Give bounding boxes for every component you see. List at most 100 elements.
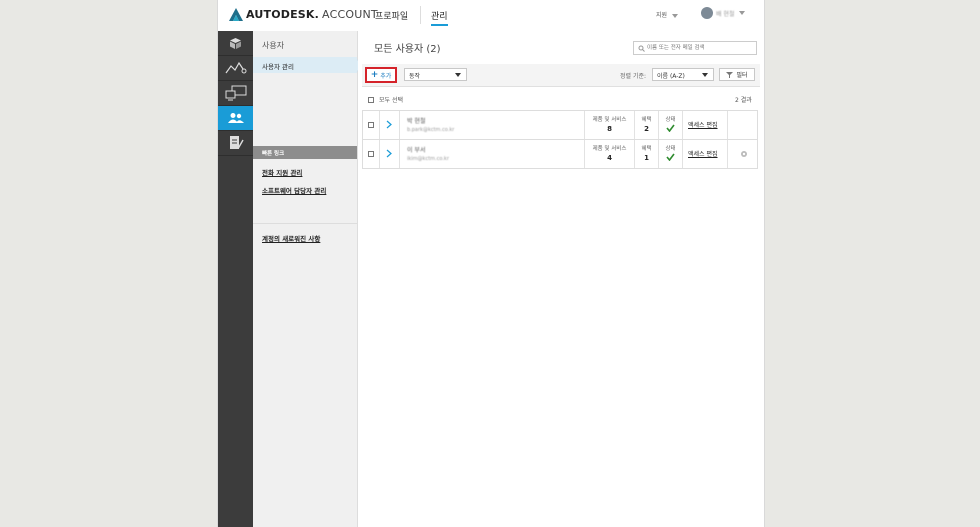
brand-name: AUTODESK. [246,8,320,21]
products-label: 제품 및 서비스 [592,117,627,123]
checkmark-icon [666,153,675,161]
products-label: 제품 및 서비스 [592,146,627,152]
link-software-coordinator[interactable]: 소프트웨어 담당자 관리 [262,185,326,195]
user-name: 박 현철 [407,118,426,125]
avatar [701,7,713,19]
status-cell: 상태 [659,111,683,139]
settings-cell [728,111,759,139]
row-checkbox[interactable] [368,151,374,157]
row-checkbox[interactable] [368,122,374,128]
select-all-checkbox[interactable] [368,96,374,103]
chevron-down-icon [455,73,461,77]
products-count: 8 [607,125,612,133]
page-title: 모든 사용자 (2) [374,44,441,55]
benefits-cell: 혜택 1 [635,140,659,168]
brand-product: ACCOUNT [322,8,378,21]
box-icon [230,37,241,49]
benefits-count: 1 [644,154,649,162]
tab-profile[interactable]: 프로파일 [375,9,408,22]
products-cell: 제품 및 서비스 8 [585,111,635,139]
devices-icon [225,85,246,101]
gear-icon[interactable] [740,150,748,158]
benefits-count: 2 [644,125,649,133]
table-row: 박 현철 b.park@kctm.co.kr 제품 및 서비스 8 혜택 2 상… [362,111,758,140]
access-cell: 액세스 편집 [683,111,728,139]
user-email: b.park@kctm.co.kr [407,127,455,133]
help-menu[interactable]: 지원 [656,10,679,19]
rail-item-users[interactable] [218,106,253,131]
rail-item-products[interactable] [218,31,253,56]
nav-divider [420,6,421,24]
top-header: AUTODESK. ACCOUNT 프로파일 관리 지원 배 현철 [218,0,764,32]
sort-label: 정렬 기준: [620,73,647,80]
autodesk-logo-icon [229,8,243,21]
filter-button[interactable]: 필터 [719,68,755,81]
sort-select-value: 이름 (A-Z) [657,73,685,80]
chevron-right-icon[interactable] [386,149,392,158]
autodesk-logo[interactable]: AUTODESK. ACCOUNT [229,8,378,21]
filter-label: 필터 [736,72,748,79]
expand-cell[interactable] [380,140,400,168]
result-count: 2 결과 [735,97,752,104]
user-menu[interactable]: 배 현철 [701,7,746,19]
products-cell: 제품 및 서비스 4 [585,140,635,168]
table-row: 이 부서 ikim@kctm.co.kr 제품 및 서비스 4 혜택 1 상태 … [362,140,758,169]
row-select-cell [363,140,380,168]
user-name: 이 부서 [407,147,426,154]
user-name: 배 현철 [716,10,735,18]
products-count: 4 [607,154,612,162]
subnav-item-label: 사용자 관리 [262,63,294,71]
user-cell[interactable]: 박 현철 b.park@kctm.co.kr [400,111,585,139]
plus-icon: + [370,70,379,80]
select-all[interactable]: 모두 선택 [368,95,403,104]
user-email: ikim@kctm.co.kr [407,156,449,162]
checkmark-icon [666,124,675,132]
add-label: 추가 [380,72,392,80]
rail-item-reports[interactable] [218,131,253,156]
access-cell: 액세스 편집 [683,140,728,168]
chevron-down-icon [739,11,746,15]
add-user-button[interactable]: + 추가 [365,67,397,83]
link-whats-new[interactable]: 계정의 새로워진 사항 [262,233,320,243]
rail-item-usage[interactable] [218,56,253,81]
search-box[interactable] [633,41,757,55]
subnav-item-user-management[interactable]: 사용자 관리 [253,57,357,73]
select-all-label: 모두 선택 [379,97,403,104]
search-input[interactable] [647,43,753,53]
users-table: 박 현철 b.park@kctm.co.kr 제품 및 서비스 8 혜택 2 상… [362,110,758,169]
rail-item-devices[interactable] [218,81,253,106]
search-icon [638,45,645,52]
row-select-cell [363,111,380,139]
sub-navigation: 사용자 사용자 관리 빠른 링크 전화 지원 관리 소프트웨어 담당자 관리 계… [253,31,358,527]
action-select[interactable]: 동작 [404,68,467,81]
icon-rail [218,31,253,527]
filter-icon [726,71,734,78]
subnav-title: 사용자 [262,41,285,50]
divider [253,223,357,224]
users-icon [227,113,244,123]
status-label: 상태 [665,117,676,123]
help-label: 지원 [656,12,668,19]
chevron-right-icon[interactable] [386,120,392,129]
usage-chart-icon [225,61,246,74]
edit-access-link[interactable]: 액세스 편집 [688,120,718,129]
sort-select[interactable]: 이름 (A-Z) [652,68,714,81]
benefits-label: 혜택 [641,117,652,123]
benefits-cell: 혜택 2 [635,111,659,139]
link-phone-support[interactable]: 전화 지원 관리 [262,167,302,177]
action-select-value: 동작 [409,73,421,80]
quick-links-title: 빠른 링크 [262,151,285,157]
quick-links-header: 빠른 링크 [253,146,357,159]
chevron-down-icon [702,73,708,77]
chevron-down-icon [672,13,679,18]
user-cell[interactable]: 이 부서 ikim@kctm.co.kr [400,140,585,168]
toolbar: + 추가 동작 정렬 기준: 이름 (A-Z) 필터 [362,64,760,87]
edit-access-link[interactable]: 액세스 편집 [688,149,718,158]
benefits-label: 혜택 [641,146,652,152]
status-cell: 상태 [659,140,683,168]
report-icon [229,136,244,149]
expand-cell[interactable] [380,111,400,139]
tab-manage[interactable]: 관리 [431,9,448,26]
app-frame: AUTODESK. ACCOUNT 프로파일 관리 지원 배 현철 사용자 사용… [217,0,765,527]
settings-cell [728,140,759,168]
